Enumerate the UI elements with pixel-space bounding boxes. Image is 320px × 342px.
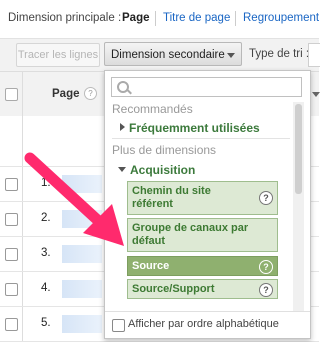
redacted-page-link[interactable] — [62, 245, 102, 263]
dimension-search-field[interactable] — [111, 77, 302, 97]
chevron-down-icon — [118, 167, 126, 172]
column-header-page[interactable]: Page — [52, 88, 80, 100]
group-acquisition[interactable]: Acquisition — [118, 163, 195, 177]
search-icon — [117, 81, 129, 93]
select-all-checkbox[interactable] — [5, 88, 18, 101]
dimension-option-referral-path[interactable]: Chemin du site référent ? — [127, 181, 278, 215]
help-icon[interactable]: ? — [259, 260, 273, 274]
row-number: 1. — [41, 177, 51, 189]
scrollbar-thumb[interactable] — [295, 104, 302, 194]
column-divider — [22, 72, 23, 116]
option-label: Groupe de canaux par défaut — [132, 222, 249, 247]
row-number: 3. — [41, 247, 51, 259]
column-divider — [22, 272, 23, 306]
secondary-dimension-label: Dimension secondaire — [111, 49, 225, 61]
column-divider — [22, 202, 23, 236]
section-more-dimensions: Plus de dimensions — [112, 143, 217, 157]
group-frequent-label: Fréquemment utilisées — [129, 121, 260, 135]
option-label: Chemin du site référent — [132, 185, 211, 210]
primary-dimension-page: Page — [122, 12, 150, 24]
option-label: Source — [132, 260, 170, 272]
redacted-page-link[interactable] — [62, 175, 102, 193]
divider — [235, 11, 236, 26]
redacted-page-link[interactable] — [62, 210, 102, 228]
dimension-option-source-medium[interactable]: Source/Support ? — [127, 279, 278, 299]
secondary-dimension-button[interactable]: Dimension secondaire — [104, 42, 242, 66]
secondary-dimension-dropdown: Recommandés Fréquemment utilisées Plus d… — [104, 70, 311, 339]
chevron-right-icon — [120, 123, 125, 131]
alphabetical-checkbox[interactable] — [112, 319, 125, 332]
row-number: 4. — [41, 282, 51, 294]
row-checkbox[interactable] — [5, 248, 18, 261]
sort-type-label: Type de tri : — [249, 48, 310, 60]
group-acquisition-label: Acquisition — [130, 163, 196, 177]
chevron-down-icon — [227, 53, 235, 58]
primary-dimension-grouping-link[interactable]: Regroupement de — [243, 12, 320, 24]
help-icon[interactable]: ? — [259, 283, 273, 297]
dimension-option-source[interactable]: Source ? — [127, 256, 278, 276]
row-checkbox[interactable] — [5, 318, 18, 331]
trace-lines-button[interactable]: Tracer les lignes — [16, 43, 100, 67]
table-toolbar: Tracer les lignes Dimension secondaire T… — [0, 38, 320, 71]
column-divider — [22, 237, 23, 271]
column-divider — [22, 167, 23, 201]
row-number: 5. — [41, 317, 51, 329]
row-checkbox[interactable] — [5, 178, 18, 191]
section-recommended: Recommandés — [112, 102, 193, 116]
divider — [155, 11, 156, 26]
primary-dimension-page-title-link[interactable]: Titre de page — [163, 12, 230, 24]
primary-dimension-label: Dimension principale : — [8, 12, 122, 24]
dimension-option-default-channel-grouping[interactable]: Groupe de canaux par défaut — [127, 218, 278, 252]
row-number: 2. — [41, 212, 51, 224]
help-icon[interactable]: ? — [84, 87, 97, 100]
group-frequent[interactable]: Fréquemment utilisées — [120, 121, 260, 135]
sort-arrow-icon[interactable] — [312, 92, 320, 97]
help-icon[interactable]: ? — [259, 191, 273, 205]
redacted-page-link[interactable] — [62, 280, 102, 298]
redacted-page-link[interactable] — [62, 315, 102, 333]
sort-type-select[interactable] — [308, 43, 320, 67]
row-checkbox[interactable] — [5, 283, 18, 296]
column-divider — [22, 116, 23, 166]
dimension-search-input[interactable] — [132, 79, 296, 97]
alphabetical-label[interactable]: Afficher par ordre alphabétique — [128, 318, 279, 330]
column-divider — [22, 307, 23, 341]
section-divider — [112, 138, 290, 139]
option-label: Source/Support — [132, 283, 215, 295]
primary-dimension-bar: Dimension principale : Page Titre de pag… — [0, 0, 320, 38]
dropdown-footer: Afficher par ordre alphabétique — [105, 311, 310, 338]
row-checkbox[interactable] — [5, 213, 18, 226]
